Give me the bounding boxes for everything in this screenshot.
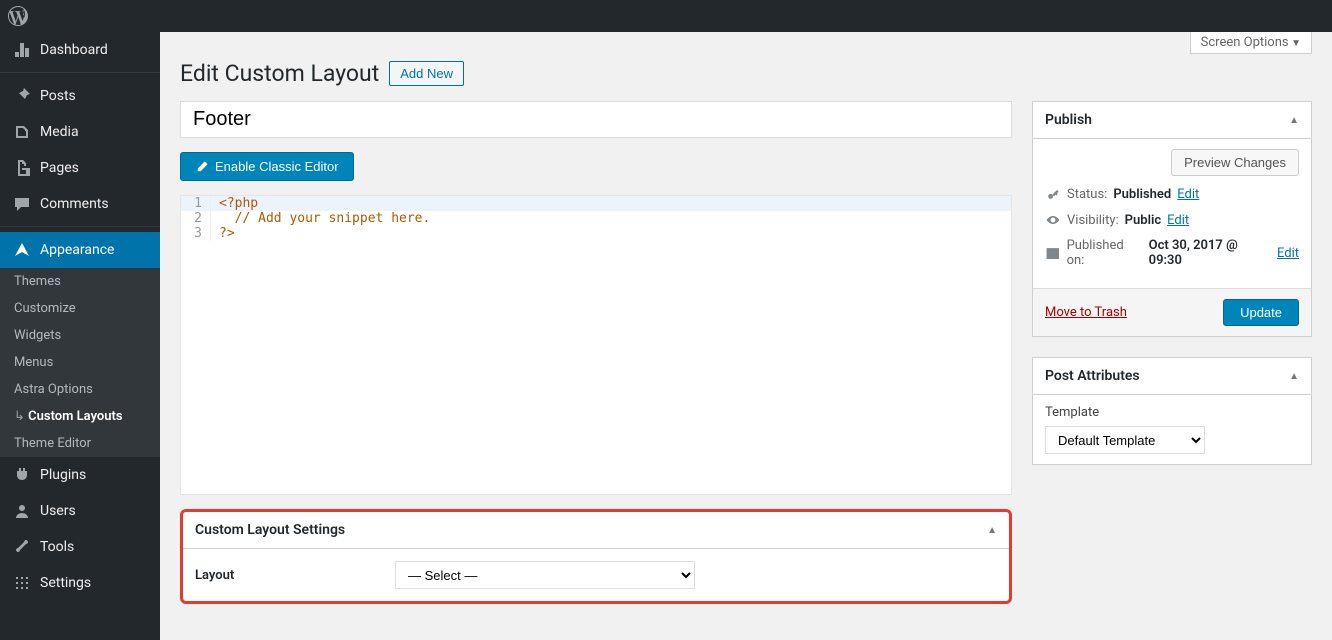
layout-field-label: Layout (195, 568, 395, 583)
page-title: Edit Custom Layout (180, 60, 379, 87)
menu-users[interactable]: Users (0, 493, 160, 529)
menu-label: Pages (40, 160, 79, 176)
status-value: Published (1113, 187, 1171, 202)
wordpress-logo-icon[interactable] (8, 6, 28, 26)
admin-bar (0, 0, 1332, 32)
visibility-edit-link[interactable]: Edit (1167, 213, 1189, 228)
menu-label: Appearance (40, 242, 114, 258)
publish-box-title: Publish (1045, 112, 1092, 128)
menu-plugins[interactable]: Plugins (0, 457, 160, 493)
status-edit-link[interactable]: Edit (1177, 187, 1199, 202)
screen-options-toggle[interactable]: Screen Options (1190, 32, 1312, 54)
published-label: Published on: (1067, 238, 1143, 268)
menu-appearance[interactable]: Appearance (0, 232, 160, 268)
layout-select[interactable]: — Select — (395, 561, 695, 589)
tools-icon (12, 537, 32, 557)
publish-box: Publish ▲ Preview Changes Status: Publis… (1032, 101, 1312, 337)
move-to-trash-link[interactable]: Move to Trash (1045, 305, 1127, 320)
comments-icon (12, 194, 32, 214)
menu-label: Dashboard (40, 42, 108, 58)
media-icon (12, 122, 32, 142)
published-edit-link[interactable]: Edit (1277, 246, 1299, 261)
menu-label: Plugins (40, 467, 86, 483)
post-title-input[interactable] (180, 101, 1012, 138)
menu-label: Media (40, 124, 79, 140)
metabox-toggle-icon[interactable]: ▲ (1289, 371, 1299, 382)
main-content: Screen Options Edit Custom Layout Add Ne… (160, 32, 1332, 640)
template-select[interactable]: Default Template (1045, 426, 1205, 454)
menu-settings[interactable]: Settings (0, 565, 160, 601)
submenu-themes[interactable]: Themes (0, 268, 160, 295)
menu-tools[interactable]: Tools (0, 529, 160, 565)
menu-media[interactable]: Media (0, 114, 160, 150)
enable-classic-editor-button[interactable]: Enable Classic Editor (180, 152, 354, 181)
submenu-menus[interactable]: Menus (0, 349, 160, 376)
metabox-toggle-icon[interactable]: ▲ (1289, 115, 1299, 126)
template-label: Template (1045, 405, 1299, 420)
submenu-theme-editor[interactable]: Theme Editor (0, 430, 160, 457)
published-value: Oct 30, 2017 @ 09:30 (1149, 238, 1271, 268)
preview-changes-button[interactable]: Preview Changes (1171, 149, 1299, 176)
menu-posts[interactable]: Posts (0, 78, 160, 114)
plugins-icon (12, 465, 32, 485)
status-label: Status: (1067, 187, 1107, 202)
custom-layout-settings-box: Custom Layout Settings ▲ Layout — Select… (180, 509, 1012, 604)
dashboard-icon (12, 40, 32, 60)
add-new-button[interactable]: Add New (389, 61, 464, 86)
eye-icon (1045, 212, 1061, 228)
menu-dashboard[interactable]: Dashboard (0, 32, 160, 68)
custom-layout-settings-title: Custom Layout Settings (195, 522, 345, 538)
update-button[interactable]: Update (1223, 299, 1299, 326)
menu-label: Settings (40, 575, 91, 591)
pages-icon (12, 158, 32, 178)
users-icon (12, 501, 32, 521)
metabox-toggle-icon[interactable]: ▲ (987, 525, 997, 536)
submenu-custom-layouts[interactable]: Custom Layouts (0, 403, 160, 430)
menu-comments[interactable]: Comments (0, 186, 160, 222)
post-attributes-title: Post Attributes (1045, 368, 1140, 384)
menu-label: Comments (40, 196, 109, 212)
settings-icon (12, 573, 32, 593)
menu-label: Users (40, 503, 76, 519)
appearance-icon (12, 240, 32, 260)
pencil-icon (195, 160, 209, 174)
menu-label: Posts (40, 88, 76, 104)
post-attributes-box: Post Attributes ▲ Template Default Templ… (1032, 357, 1312, 465)
pin-icon (12, 86, 32, 106)
admin-sidebar: Dashboard Posts Media Pages Comments App… (0, 32, 160, 640)
visibility-label: Visibility: (1067, 213, 1119, 228)
submenu-widgets[interactable]: Widgets (0, 322, 160, 349)
submenu-customize[interactable]: Customize (0, 295, 160, 322)
calendar-icon (1045, 245, 1061, 261)
appearance-submenu: Themes Customize Widgets Menus Astra Opt… (0, 268, 160, 457)
menu-pages[interactable]: Pages (0, 150, 160, 186)
key-icon (1045, 186, 1061, 202)
visibility-value: Public (1125, 213, 1161, 228)
classic-editor-label: Enable Classic Editor (215, 159, 339, 174)
code-editor[interactable]: 1<?php 2 // Add your snippet here. 3?> (180, 195, 1012, 495)
submenu-astra-options[interactable]: Astra Options (0, 376, 160, 403)
menu-label: Tools (40, 539, 74, 555)
